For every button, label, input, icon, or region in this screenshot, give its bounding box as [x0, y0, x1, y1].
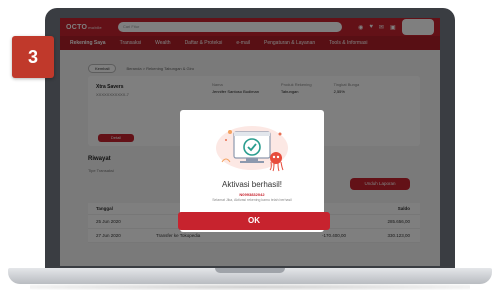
laptop-screen: OCTOmobile Cari Fitur ◉ ♥ ✉ ▣ Log Out Re…	[60, 18, 440, 266]
screenshot-stage: OCTOmobile Cari Fitur ◉ ♥ ✉ ▣ Log Out Re…	[0, 0, 500, 300]
ok-button[interactable]: OK	[178, 212, 330, 230]
reference-number: N0993832042	[239, 192, 265, 197]
laptop-notch	[215, 268, 285, 273]
success-illustration	[216, 126, 288, 172]
step-badge: 3	[12, 36, 54, 78]
modal-title: Aktivasi berhasil!	[221, 180, 283, 189]
modal-description: Selamat Jika, Aktivasi rekening kamu tel…	[212, 198, 292, 202]
laptop-shadow	[30, 284, 470, 290]
